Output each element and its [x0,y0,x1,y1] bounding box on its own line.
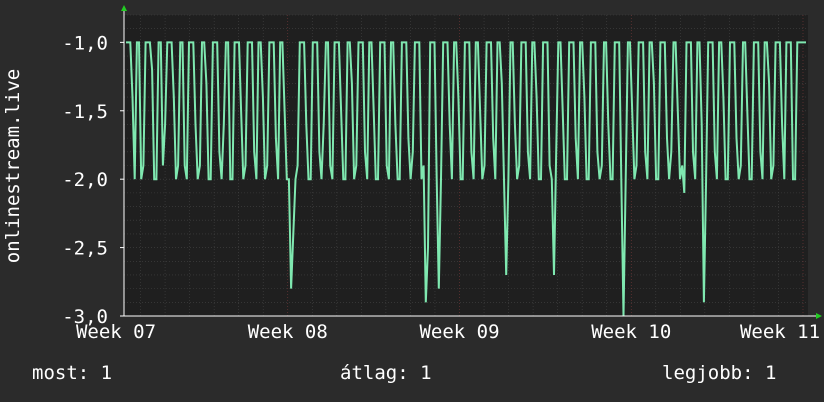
y-axis-arrow-icon [121,5,127,11]
x-tick-label: Week 08 [248,321,328,343]
y-tick-label: -1,5 [62,101,108,123]
x-axis-ticks: Week 07 Week 08 Week 09 Week 10 Week 11 [76,321,820,343]
x-axis-arrow-icon [816,313,822,319]
current-value-label: most: 1 [32,362,113,384]
y-tick-label: -1,0 [62,32,108,54]
y-tick-label: -2,0 [62,169,108,191]
y-tick-label: -2,5 [62,238,108,260]
x-tick-label: Week 11 [740,321,820,343]
x-tick-label: Week 10 [591,321,671,343]
y-axis-ticks: -1,0-1,5-2,0-2,5-3,0 [62,32,124,328]
x-tick-label: Week 09 [419,321,499,343]
x-tick-label: Week 07 [76,321,156,343]
legend-footer: most: 1 átlag: 1 legjobb: 1 [0,360,824,390]
line-chart: -1,0-1,5-2,0-2,5-3,0 Week 07 Week 08 Week … [2,5,822,343]
y-axis-title: onlinestream.live [2,69,24,263]
average-value-label: átlag: 1 [340,362,432,384]
best-value-label: legjobb: 1 [662,362,777,384]
